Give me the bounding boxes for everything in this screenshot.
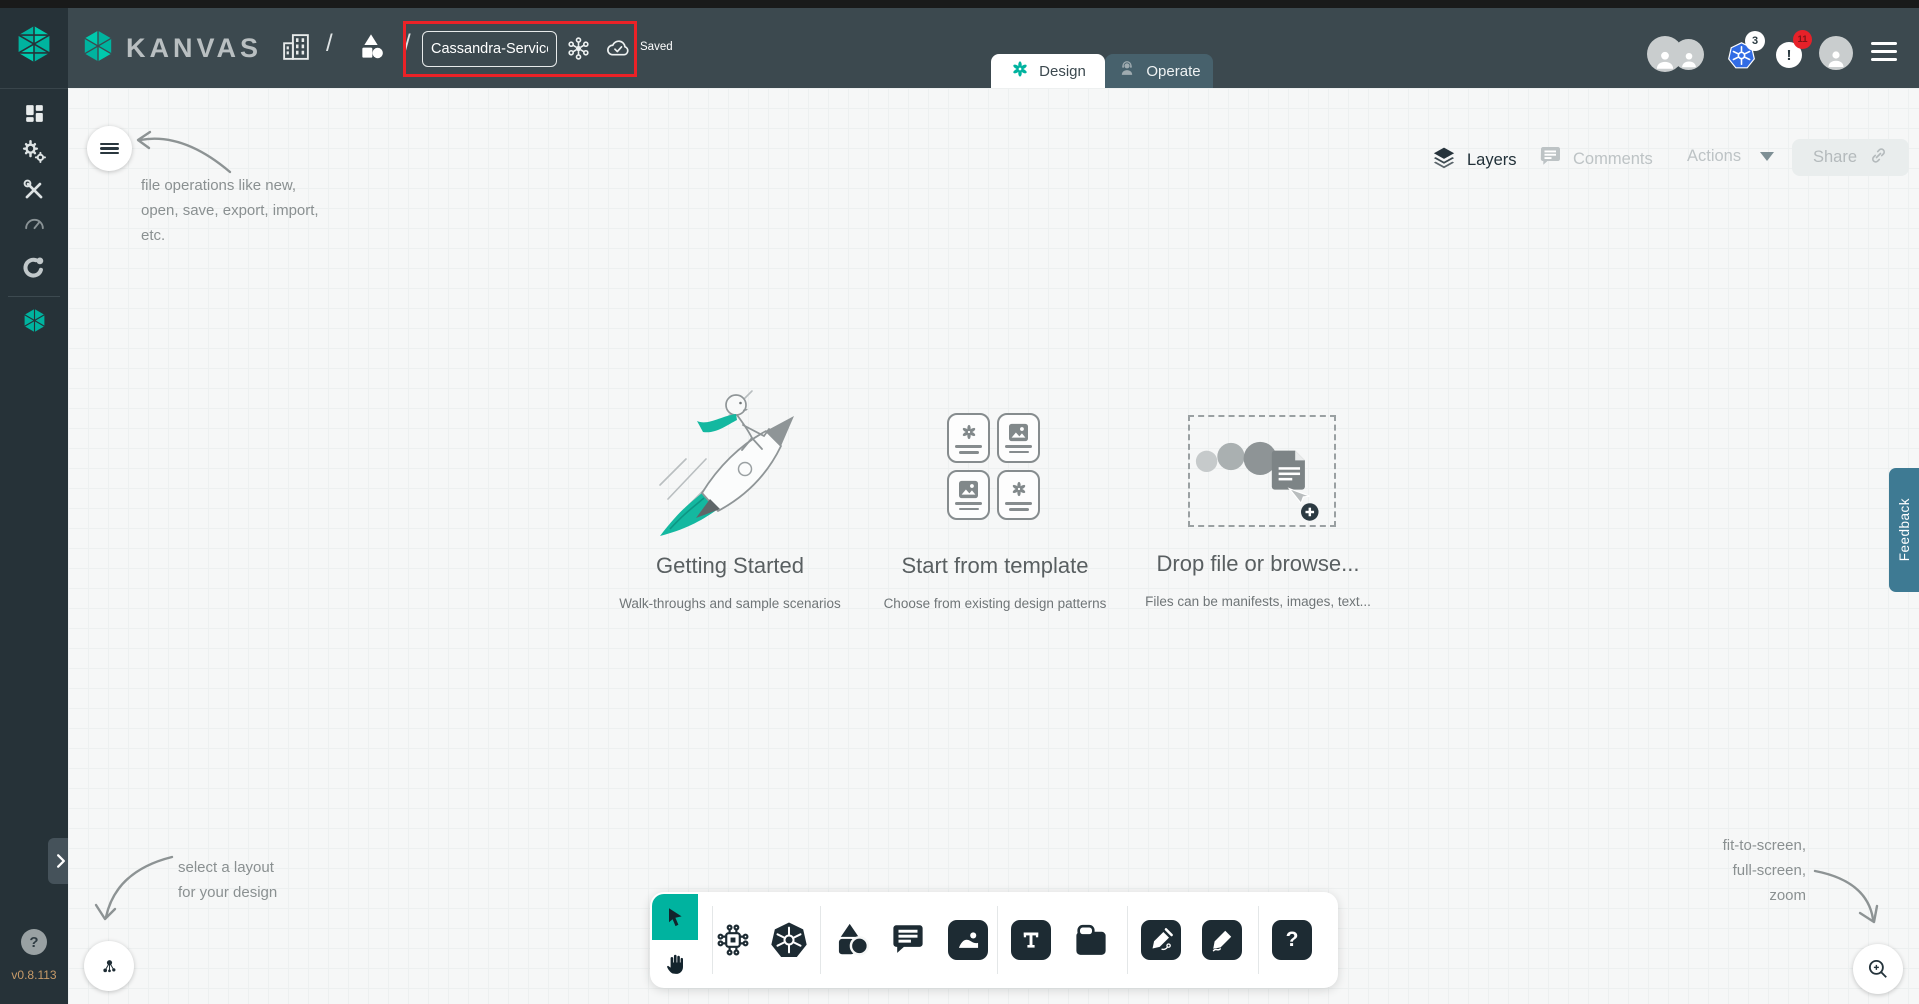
breadcrumb-separator: / [326, 30, 333, 57]
template-grid-illustration[interactable] [947, 413, 1040, 520]
kubernetes-context-count-badge: 3 [1745, 31, 1765, 51]
kubernetes-tool[interactable] [769, 920, 809, 960]
template-tile [997, 470, 1040, 520]
version-label: v0.8.113 [11, 968, 57, 982]
components-tool[interactable] [714, 921, 752, 959]
notification-count-badge: 11 [1793, 30, 1812, 49]
getting-started-card[interactable]: Getting Started [620, 553, 840, 579]
file-operations-menu-button[interactable] [87, 126, 132, 171]
template-tile [947, 413, 990, 463]
layout-annotation: select a layout for your design [178, 859, 278, 901]
text-tool[interactable] [1011, 920, 1051, 960]
container-tool[interactable] [1071, 921, 1111, 961]
breadcrumb-separator: / [404, 30, 411, 57]
zoom-arrow [1813, 869, 1879, 924]
design-canvas[interactable] [68, 88, 1919, 1004]
actions-label: Actions [1687, 147, 1742, 165]
comments-icon [1537, 144, 1564, 175]
kanvas-app: KANVAS / / Cassandra-Service Saved Desig… [0, 0, 1919, 1004]
help-button[interactable]: ? [21, 929, 47, 955]
tab-operate-label: Operate [1146, 62, 1201, 80]
toolbar-divider [1127, 906, 1128, 974]
getting-started-illustration[interactable] [648, 383, 818, 553]
layout-select-button[interactable] [84, 941, 134, 991]
drop-file-card-title: Drop file or browse... [1156, 551, 1360, 576]
user-avatar[interactable] [1819, 36, 1853, 70]
header-menu-icon[interactable] [1871, 42, 1897, 61]
pen-tool[interactable] [1141, 920, 1181, 960]
tab-design-label: Design [1039, 62, 1086, 80]
comments-toggle[interactable]: Comments [1537, 144, 1653, 175]
layers-label: Layers [1467, 150, 1517, 169]
actions-caret-icon[interactable] [1760, 152, 1774, 161]
image-tool[interactable] [948, 920, 988, 960]
toolbar-divider [712, 906, 713, 974]
help-tool[interactable]: ? [1272, 920, 1312, 960]
collaborator-avatar[interactable] [1647, 36, 1683, 72]
window-top-strip [0, 0, 1919, 8]
comments-label: Comments [1573, 150, 1653, 168]
shapes-tool[interactable] [832, 920, 872, 960]
app-logo-icon[interactable] [13, 23, 55, 70]
start-from-template-subtitle: Choose from existing design patterns [883, 596, 1107, 611]
share-button[interactable]: Share [1792, 139, 1909, 176]
getting-started-subtitle: Walk-throughs and sample scenarios [619, 596, 841, 611]
actions-dropdown[interactable]: Actions [1687, 147, 1741, 166]
sidebar-item-extensions[interactable] [0, 249, 68, 283]
toolbar-divider [997, 906, 998, 974]
sidebar-separator [0, 88, 68, 89]
pan-tool[interactable] [652, 940, 698, 986]
sidebar-item-dashboard[interactable] [0, 96, 68, 130]
sidebar-item-lifecycle[interactable] [0, 134, 68, 168]
environment-icon[interactable] [565, 35, 592, 67]
select-tool[interactable] [652, 894, 698, 940]
share-link-icon [1869, 146, 1888, 170]
start-from-template-card[interactable]: Start from template [885, 553, 1105, 579]
pencil-tool[interactable] [1202, 920, 1242, 960]
zoom-button[interactable] [1853, 944, 1903, 994]
design-swirl-icon [1010, 59, 1030, 83]
save-status-cloud-icon[interactable] [603, 35, 633, 67]
sidebar-item-performance[interactable] [0, 207, 68, 241]
design-name-input[interactable] [422, 31, 557, 67]
layout-arrow [94, 855, 174, 921]
layers-icon [1430, 144, 1458, 176]
toolbar-divider [1258, 906, 1259, 974]
share-label: Share [1812, 148, 1858, 166]
file-operations-annotation: file operations like new, open, save, ex… [141, 177, 319, 244]
organization-icon[interactable] [281, 31, 311, 68]
kanvas-logo-icon [80, 28, 116, 69]
sidebar-divider [8, 296, 60, 297]
toolbar-divider [820, 906, 821, 974]
brand-wordmark: KANVAS [126, 33, 263, 63]
saved-status-label: Saved [640, 41, 673, 53]
sidebar-item-kanvas[interactable] [0, 303, 68, 337]
drop-file-illustration [1192, 426, 1338, 527]
sidebar-item-toolkit[interactable] [0, 173, 68, 207]
feedback-tab[interactable]: Feedback [1889, 468, 1919, 592]
template-tile [947, 470, 990, 520]
drop-file-subtitle: Files can be manifests, images, text... [1145, 594, 1371, 609]
tab-operate[interactable]: Operate [1105, 54, 1213, 88]
comment-tool[interactable] [889, 921, 927, 959]
workspace-icon[interactable] [355, 30, 387, 69]
tab-design[interactable]: Design [991, 54, 1105, 88]
operator-icon [1117, 59, 1137, 83]
zoom-annotation: fit-to-screen, full-screen, zoom [1722, 837, 1806, 904]
template-tile [997, 413, 1040, 463]
feedback-label: Feedback [1896, 498, 1912, 562]
kanvas-brand: KANVAS [80, 28, 262, 69]
layers-toggle[interactable]: Layers [1430, 144, 1517, 176]
